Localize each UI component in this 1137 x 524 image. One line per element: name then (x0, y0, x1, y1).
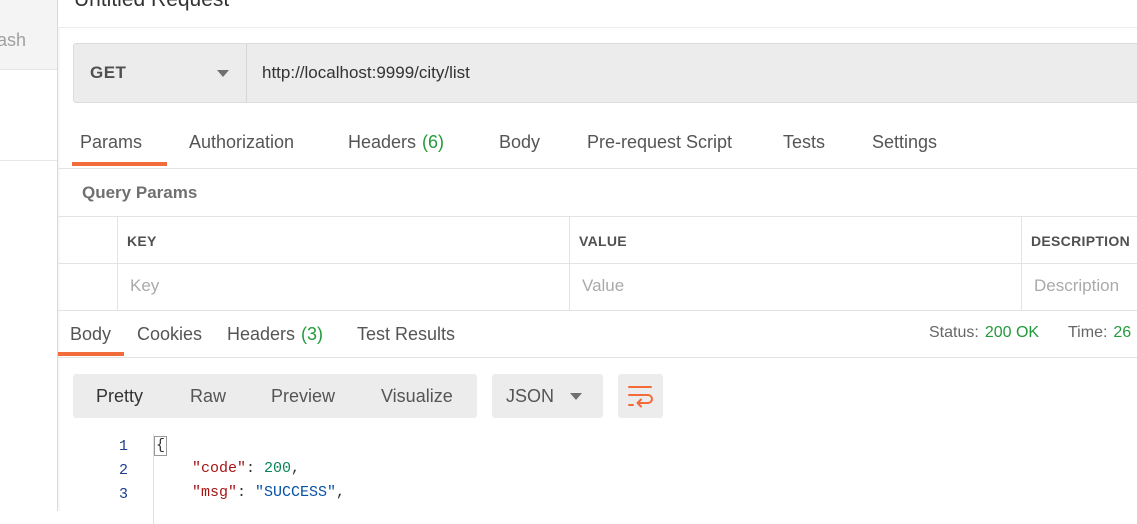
tab-headers[interactable]: Headers (6) (348, 132, 444, 153)
url-bar: GET (73, 43, 1137, 103)
code-line-3: "msg": "SUCCESS", (192, 484, 345, 501)
query-params-table: KEY VALUE DESCRIPTION (58, 216, 1137, 311)
line-number: 1 (118, 438, 128, 455)
tab-headers-count: (6) (422, 132, 445, 152)
tab-params[interactable]: Params (80, 132, 142, 153)
view-raw-button[interactable]: Raw (190, 386, 226, 407)
view-pretty-button[interactable]: Pretty (96, 386, 143, 407)
view-preview-button[interactable]: Preview (271, 386, 335, 407)
tab-headers-label: Headers (348, 132, 417, 152)
column-header-value: VALUE (579, 233, 627, 249)
chevron-down-icon (217, 70, 229, 77)
line-number: 2 (118, 462, 128, 479)
tab-settings[interactable]: Settings (872, 132, 937, 153)
sidebar-divider (0, 160, 57, 161)
tab-authorization[interactable]: Authorization (189, 132, 294, 153)
response-tab-body-label: Body (70, 324, 112, 344)
response-time: Time: 26 (1068, 324, 1131, 342)
tab-prerequest-script[interactable]: Pre-request Script (587, 132, 732, 153)
response-tab-headers-label: Headers (227, 324, 296, 344)
tab-settings-label: Settings (872, 132, 938, 152)
tab-body[interactable]: Body (499, 132, 540, 153)
param-description-input[interactable] (1034, 275, 1137, 297)
description-column (1021, 217, 1022, 310)
param-key-input[interactable] (130, 275, 530, 297)
json-separator: : (237, 484, 256, 501)
json-comma: , (336, 484, 346, 501)
response-tabs: Body Cookies Headers (3) Test Results Sta… (58, 310, 1137, 358)
param-value-input[interactable] (582, 275, 982, 297)
json-key: "msg" (192, 484, 238, 501)
column-header-description: DESCRIPTION (1031, 233, 1130, 249)
response-tab-test-results[interactable]: Test Results (357, 324, 455, 345)
column-header-key: KEY (127, 233, 157, 249)
response-headers-count: (3) (301, 324, 324, 344)
tab-prerequest-label: Pre-request Script (587, 132, 733, 152)
response-tab-body[interactable]: Body (70, 324, 111, 345)
response-tab-cookies[interactable]: Cookies (137, 324, 202, 345)
view-visualize-button[interactable]: Visualize (381, 386, 453, 407)
tab-tests-label: Tests (783, 132, 826, 152)
tab-params-label: Params (80, 132, 143, 152)
json-key: "code" (192, 460, 247, 477)
response-tab-test-results-label: Test Results (357, 324, 456, 344)
value-column (569, 217, 570, 310)
json-separator: : (246, 460, 265, 477)
code-line-1: { (154, 436, 168, 456)
view-mode-group: Pretty Raw Preview Visualize (73, 374, 477, 418)
tab-body-label: Body (499, 132, 541, 152)
key-column (117, 217, 118, 310)
line-number: 3 (118, 486, 128, 503)
tab-tests[interactable]: Tests (783, 132, 825, 153)
status-label: Status: (929, 324, 979, 341)
request-title[interactable]: Untitled Request (74, 0, 229, 12)
sidebar: ash (0, 0, 58, 511)
code-line-2: "code": 200, (192, 460, 300, 477)
format-select[interactable]: JSON (492, 374, 603, 418)
time-value: 26 (1113, 324, 1132, 341)
format-label: JSON (506, 386, 555, 406)
wrap-lines-icon (628, 386, 653, 408)
request-title-bar: Untitled Request (58, 0, 1137, 28)
tab-authorization-label: Authorization (189, 132, 295, 152)
active-tab-indicator (72, 162, 167, 166)
response-tab-headers[interactable]: Headers (3) (227, 324, 323, 345)
time-label: Time: (1068, 324, 1108, 341)
response-status: Status: 200 OK (929, 324, 1039, 342)
open-brace: { (154, 436, 168, 456)
sidebar-tab-label: ash (0, 30, 27, 50)
request-pane: Untitled Request GET Params Authorizatio… (58, 0, 1137, 524)
request-tabs: Params Authorization Headers (6) Body Pre… (58, 118, 1137, 169)
response-tab-cookies-label: Cookies (137, 324, 203, 344)
json-comma: , (291, 460, 301, 477)
sidebar-tab[interactable]: ash (0, 0, 57, 70)
response-active-tab-indicator (58, 352, 124, 356)
chevron-down-icon (570, 393, 582, 400)
url-input[interactable] (262, 61, 1137, 85)
query-params-label: Query Params (82, 183, 198, 202)
status-value: 200 OK (984, 324, 1040, 341)
json-number: 200 (264, 460, 292, 477)
method-label: GET (90, 63, 127, 82)
table-row-divider (58, 263, 1137, 264)
json-string: "SUCCESS" (255, 484, 337, 501)
wrap-lines-button[interactable] (618, 374, 663, 418)
method-select[interactable]: GET (74, 44, 247, 102)
